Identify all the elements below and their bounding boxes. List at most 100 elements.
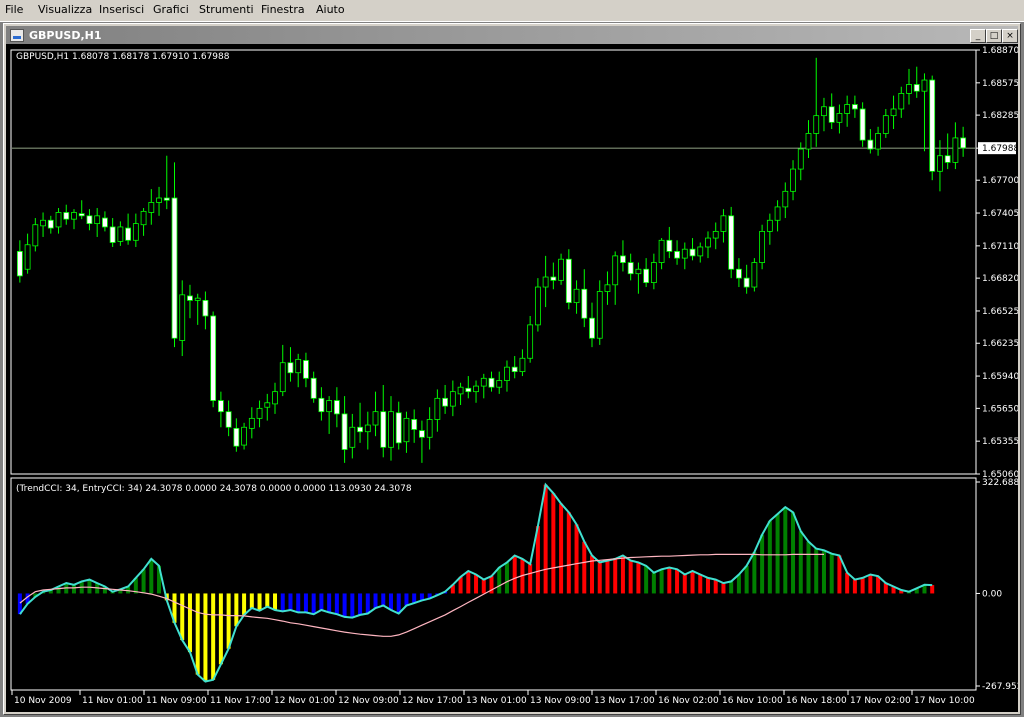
candle: [759, 224, 766, 270]
time-tick-label: 17 Nov 02:00: [850, 696, 911, 706]
candle-body: [279, 362, 286, 393]
histogram-bar: [87, 579, 92, 594]
candle-body: [465, 387, 472, 393]
chart-svg[interactable]: GBPUSD,H1 1.68078 1.68178 1.67910 1.6798…: [6, 44, 1024, 712]
candle-body: [743, 277, 750, 288]
candle: [712, 222, 719, 250]
close-button[interactable]: ×: [1002, 29, 1018, 43]
indicator-tick-label: -267.9521: [982, 682, 1018, 692]
candle: [813, 57, 820, 147]
histogram-bar: [504, 562, 509, 594]
histogram-bar: [303, 593, 308, 613]
histogram-bar: [705, 577, 710, 594]
price-tick-label: 1.66525: [982, 307, 1018, 317]
candle-body: [32, 224, 39, 247]
candle: [364, 411, 371, 450]
candle: [620, 240, 626, 272]
candle-body: [426, 419, 433, 438]
candle-body: [960, 137, 967, 149]
candle-body: [898, 93, 905, 110]
candle: [643, 258, 650, 288]
candle-body: [906, 84, 912, 94]
candle-body: [542, 276, 549, 288]
candle-body: [790, 168, 796, 192]
histogram-bar: [837, 555, 842, 594]
candle: [921, 73, 928, 152]
candle-body: [326, 400, 333, 413]
chart-window-title: GBPUSD,H1: [29, 29, 102, 42]
indicator-header: (TrendCCI: 34, EntryCCI: 34) 24.3078 0.0…: [16, 484, 412, 494]
histogram-bar: [682, 574, 687, 594]
candle-body: [596, 291, 603, 339]
chart-canvas[interactable]: GBPUSD,H1 1.68078 1.68178 1.67910 1.6798…: [6, 44, 1024, 712]
histogram-bar: [821, 550, 826, 594]
candle-body: [627, 262, 634, 275]
candle: [558, 253, 564, 285]
histogram-bar: [559, 503, 564, 594]
histogram-bar: [736, 574, 741, 594]
indicator-tick-label: 0.00: [982, 589, 1002, 599]
candle: [148, 189, 155, 225]
candle-body: [496, 380, 503, 388]
chart-window-titlebar[interactable]: GBPUSD,H1 _ □ ×: [6, 26, 1018, 46]
candle-body: [766, 219, 773, 232]
histogram-bar: [543, 484, 548, 594]
price-tick-label: 1.68870: [982, 46, 1018, 56]
menu-inserisci[interactable]: Inserisci: [99, 3, 144, 16]
candle-body: [882, 115, 889, 134]
candle: [78, 200, 85, 220]
time-tick-label: 12 Nov 09:00: [338, 696, 399, 706]
price-header: GBPUSD,H1 1.68078 1.68178 1.67910 1.6798…: [16, 52, 230, 62]
menu-strumenti[interactable]: Strumenti: [199, 3, 254, 16]
histogram-bar: [373, 593, 378, 608]
histogram-bar: [203, 593, 208, 682]
candle: [705, 231, 711, 259]
maximize-button[interactable]: □: [986, 29, 1002, 43]
candle-body: [264, 402, 271, 408]
candle-body: [241, 426, 247, 446]
candle: [859, 102, 866, 147]
candle-body: [782, 190, 789, 208]
candle: [419, 420, 425, 463]
candle-body: [117, 226, 124, 242]
candle: [480, 373, 487, 399]
price-axis: 1.68870 1.68575 1.68285 1.67988 1.67700 1.674…: [976, 46, 1019, 480]
candle-body: [341, 413, 348, 450]
time-tick-label: 16 Nov 18:00: [786, 696, 847, 706]
candle-body: [40, 219, 46, 227]
candle-body: [805, 133, 812, 150]
candle: [55, 208, 62, 234]
candle-body: [821, 106, 827, 117]
candle: [233, 418, 240, 452]
candle: [217, 391, 224, 428]
candle-body: [851, 104, 858, 110]
histogram-bar: [860, 577, 865, 594]
menu-visualizza[interactable]: Visualizza: [38, 3, 92, 16]
menu-file[interactable]: File: [5, 3, 23, 16]
candle-body: [194, 297, 201, 301]
menu-grafici[interactable]: Grafici: [153, 3, 189, 16]
candle: [488, 371, 495, 392]
candle-body: [511, 366, 518, 373]
menu-aiuto[interactable]: Aiuto: [316, 3, 345, 16]
candle: [256, 400, 263, 428]
candle: [674, 240, 680, 265]
candle: [573, 280, 580, 314]
candle-body: [650, 262, 657, 283]
candle-body: [527, 324, 534, 359]
price-tick-label: 1.67405: [982, 209, 1018, 219]
candle: [241, 422, 247, 450]
histogram-bar: [806, 541, 811, 594]
candle-body: [109, 226, 116, 243]
candle: [604, 271, 611, 305]
histogram-bar: [396, 593, 401, 614]
menu-finestra[interactable]: Finestra: [261, 3, 305, 16]
histogram-bar: [651, 572, 656, 594]
candle: [349, 413, 356, 459]
candle-body: [604, 284, 611, 292]
histogram-bar: [760, 534, 765, 594]
chart-window-icon: [10, 29, 24, 42]
minimize-button[interactable]: _: [970, 29, 986, 43]
candle-body: [859, 108, 866, 141]
time-tick-label: 11 Nov 01:00: [82, 696, 143, 706]
